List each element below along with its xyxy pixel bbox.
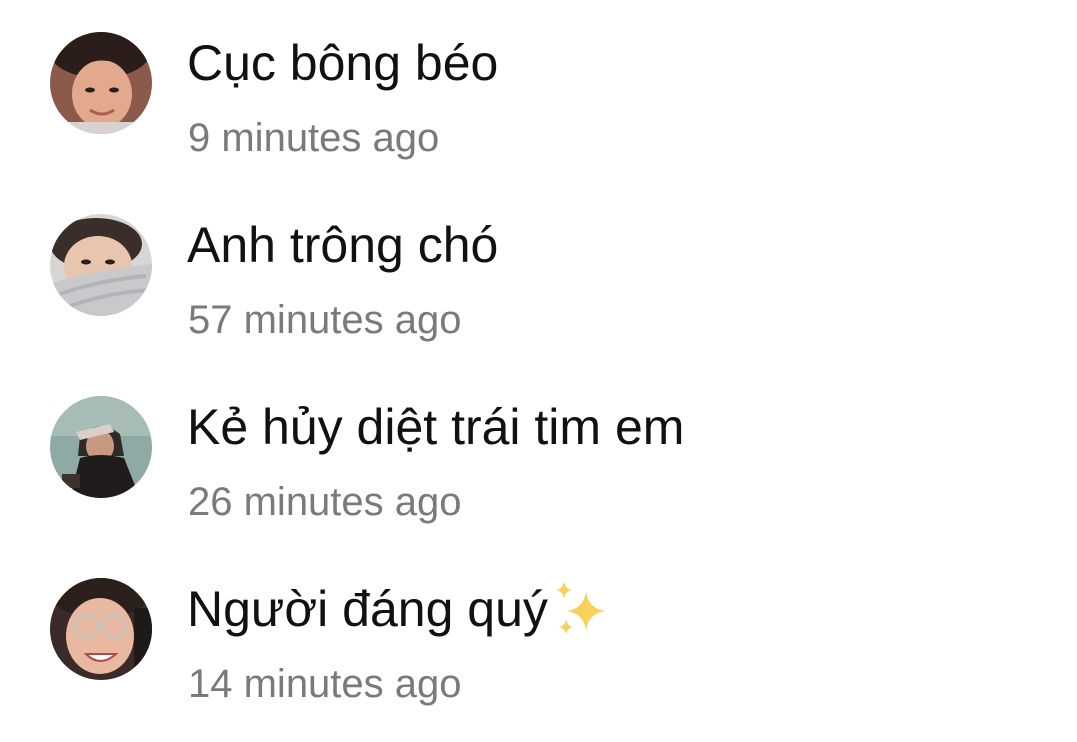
avatar[interactable] xyxy=(50,214,152,316)
conversation-list: Cục bông béo 9 minutes ago Anh trông chó… xyxy=(0,0,1077,742)
conversation-name: Người đáng quý xyxy=(187,579,612,641)
sparkles-icon xyxy=(550,579,612,641)
avatar[interactable] xyxy=(50,578,152,680)
conversation-item[interactable]: Người đáng quý 14 minutes ago xyxy=(0,571,1077,721)
avatar-photo-icon xyxy=(50,214,152,316)
avatar-photo-icon xyxy=(50,578,152,680)
avatar[interactable] xyxy=(50,396,152,498)
conversation-name: Anh trông chó xyxy=(187,217,499,273)
conversation-time: 9 minutes ago xyxy=(188,116,440,160)
avatar-photo-icon xyxy=(50,396,152,498)
conversation-time: 14 minutes ago xyxy=(188,662,462,706)
conversation-name: Cục bông béo xyxy=(187,35,499,91)
conversation-time: 57 minutes ago xyxy=(188,298,462,342)
avatar-photo-icon xyxy=(50,32,152,134)
conversation-name-text: Người đáng quý xyxy=(187,581,548,637)
avatar[interactable] xyxy=(50,32,152,134)
conversation-time: 26 minutes ago xyxy=(188,480,462,524)
conversation-item[interactable]: Anh trông chó 57 minutes ago xyxy=(0,207,1077,357)
conversation-item[interactable]: Cục bông béo 9 minutes ago xyxy=(0,25,1077,175)
conversation-item[interactable]: Kẻ hủy diệt trái tim em 26 minutes ago xyxy=(0,389,1077,539)
conversation-name: Kẻ hủy diệt trái tim em xyxy=(187,399,685,455)
